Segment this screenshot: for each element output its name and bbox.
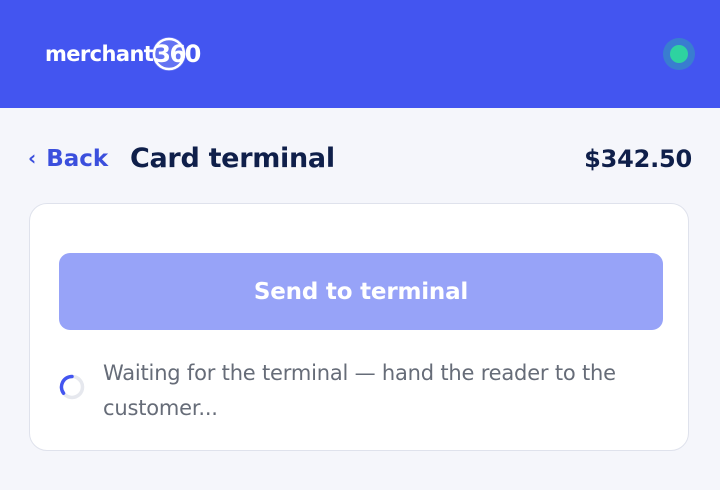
logo-text: merchant	[45, 42, 154, 66]
page-title: Card terminal	[130, 143, 335, 174]
terminal-card: Send to terminal Waiting for the termina…	[29, 203, 689, 451]
spinner-icon	[59, 374, 85, 400]
back-label: Back	[46, 146, 109, 172]
logo-number-mark: 360	[152, 36, 201, 72]
back-link[interactable]: ‹ Back	[28, 146, 108, 172]
send-to-terminal-button[interactable]: Send to terminal	[59, 253, 663, 330]
logo-number: 360	[154, 40, 201, 68]
status-dot-icon	[663, 38, 695, 70]
status-dot-inner	[670, 45, 688, 63]
waiting-message: Waiting for the terminal — hand the read…	[103, 361, 616, 420]
app-header: merchant 360	[0, 0, 720, 108]
merchant360-logo: merchant 360	[45, 36, 201, 72]
chevron-left-icon: ‹	[28, 146, 37, 170]
amount-due: $342.50	[584, 145, 692, 173]
